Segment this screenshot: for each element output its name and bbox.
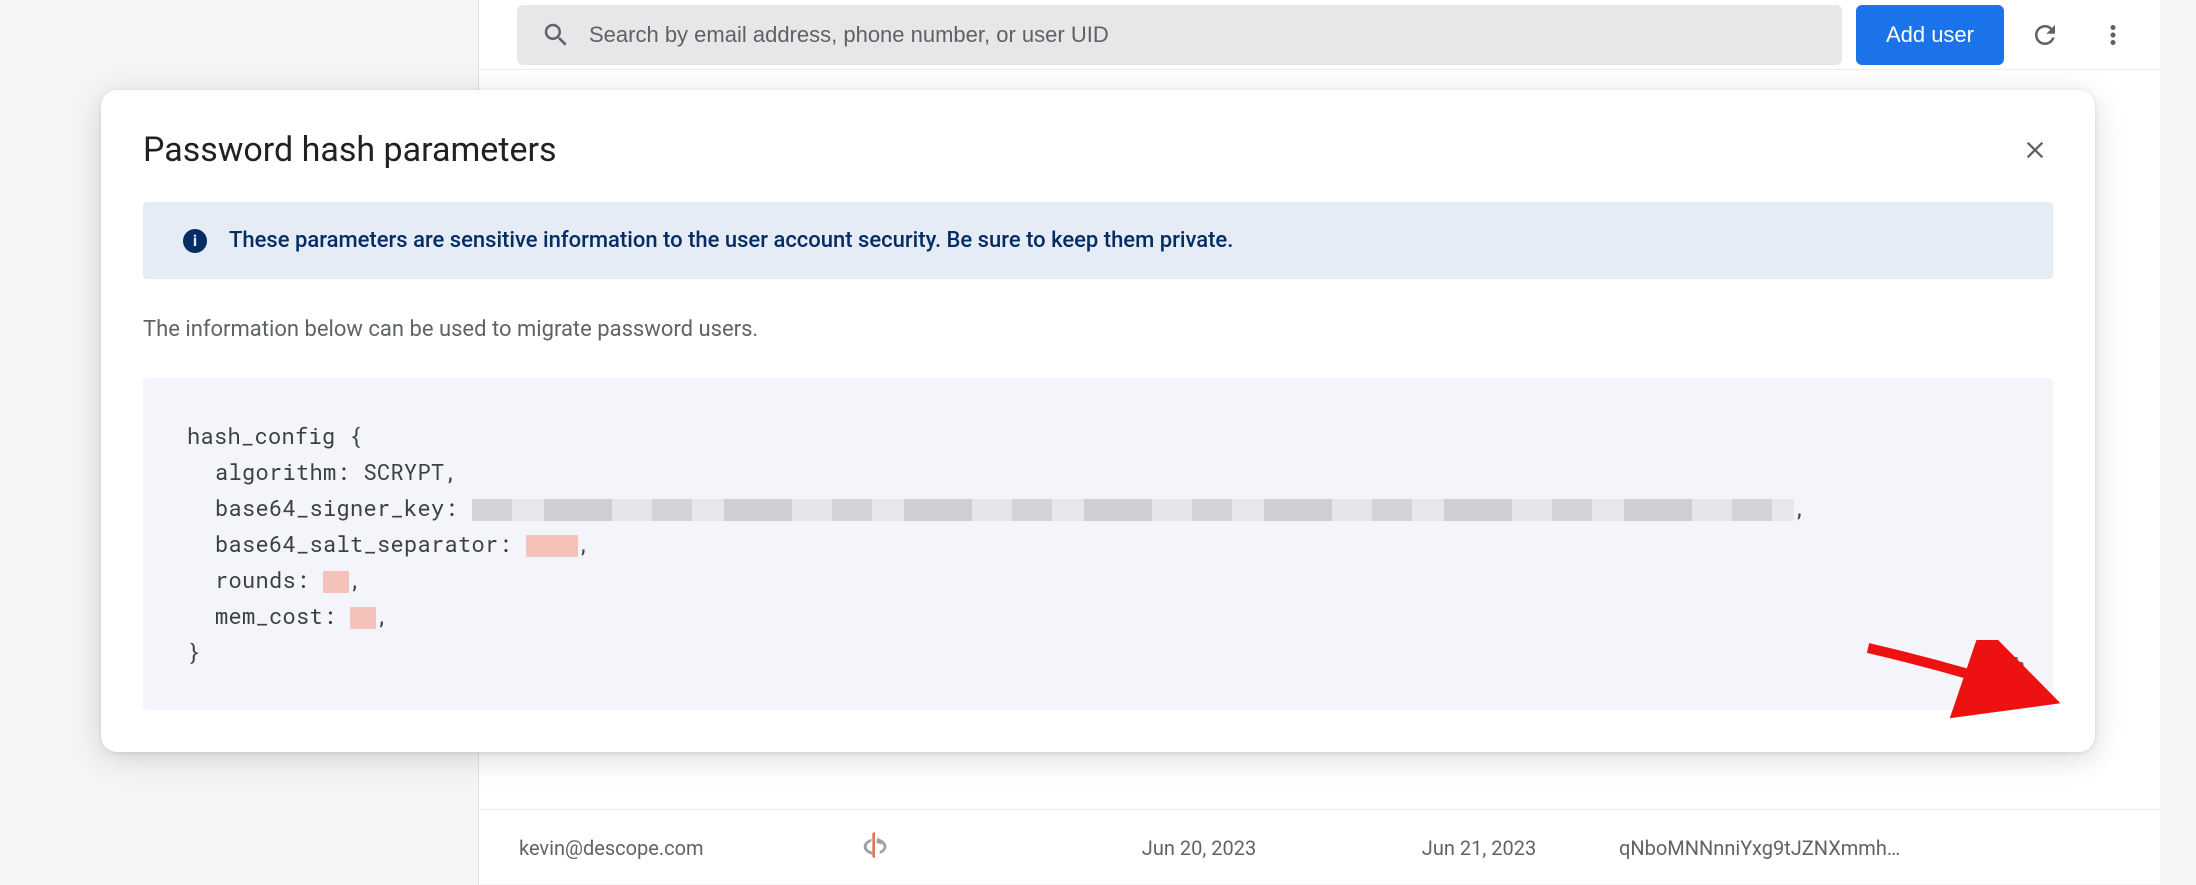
info-banner: i These parameters are sensitive informa…	[143, 202, 2053, 279]
code-line-close: }	[187, 634, 2009, 670]
modal-title: Password hash parameters	[143, 130, 2053, 170]
modal-scrim: Password hash parameters i These paramet…	[0, 0, 2196, 884]
redacted-value	[526, 535, 578, 557]
code-line-open: hash_config {	[187, 418, 2009, 454]
info-icon: i	[183, 229, 207, 253]
close-icon	[2021, 136, 2049, 164]
info-banner-text: These parameters are sensitive informati…	[229, 228, 1233, 253]
password-hash-modal: Password hash parameters i These paramet…	[101, 90, 2095, 752]
copy-button[interactable]	[1991, 648, 2035, 692]
code-line-rounds: rounds: ,	[187, 562, 2009, 598]
code-line-mem-cost: mem_cost: ,	[187, 598, 2009, 634]
hash-config-code-block: hash_config { algorithm: SCRYPT, base64_…	[143, 378, 2053, 710]
code-line-signer-key: base64_signer_key: ,	[187, 490, 2009, 526]
modal-description: The information below can be used to mig…	[143, 317, 2053, 342]
redacted-value	[323, 571, 349, 593]
code-line-salt-separator: base64_salt_separator: ,	[187, 526, 2009, 562]
copy-icon	[1999, 656, 2027, 684]
redacted-value	[350, 607, 376, 629]
close-button[interactable]	[2011, 126, 2059, 174]
code-line-algorithm: algorithm: SCRYPT,	[187, 454, 2009, 490]
redacted-value	[472, 499, 1794, 521]
